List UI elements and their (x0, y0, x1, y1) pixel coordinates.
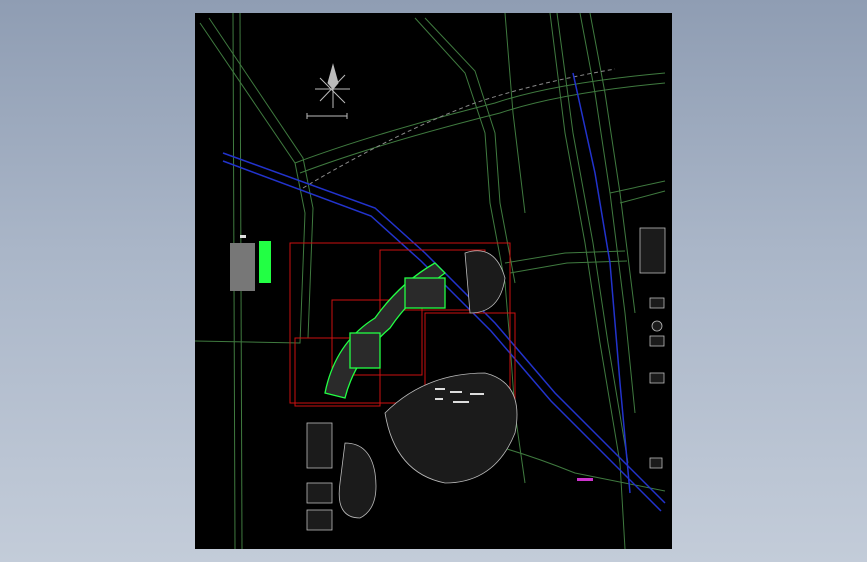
cad-drawing-viewport[interactable] (195, 13, 672, 549)
site-plan-drawing (195, 13, 666, 549)
dashed-boundary (302, 68, 616, 189)
north-arrow-icon (315, 63, 350, 108)
highlighted-cluster (324, 262, 447, 399)
scale-bar-icon (306, 113, 348, 119)
magenta-marker (577, 478, 593, 481)
legend-block (230, 235, 271, 291)
